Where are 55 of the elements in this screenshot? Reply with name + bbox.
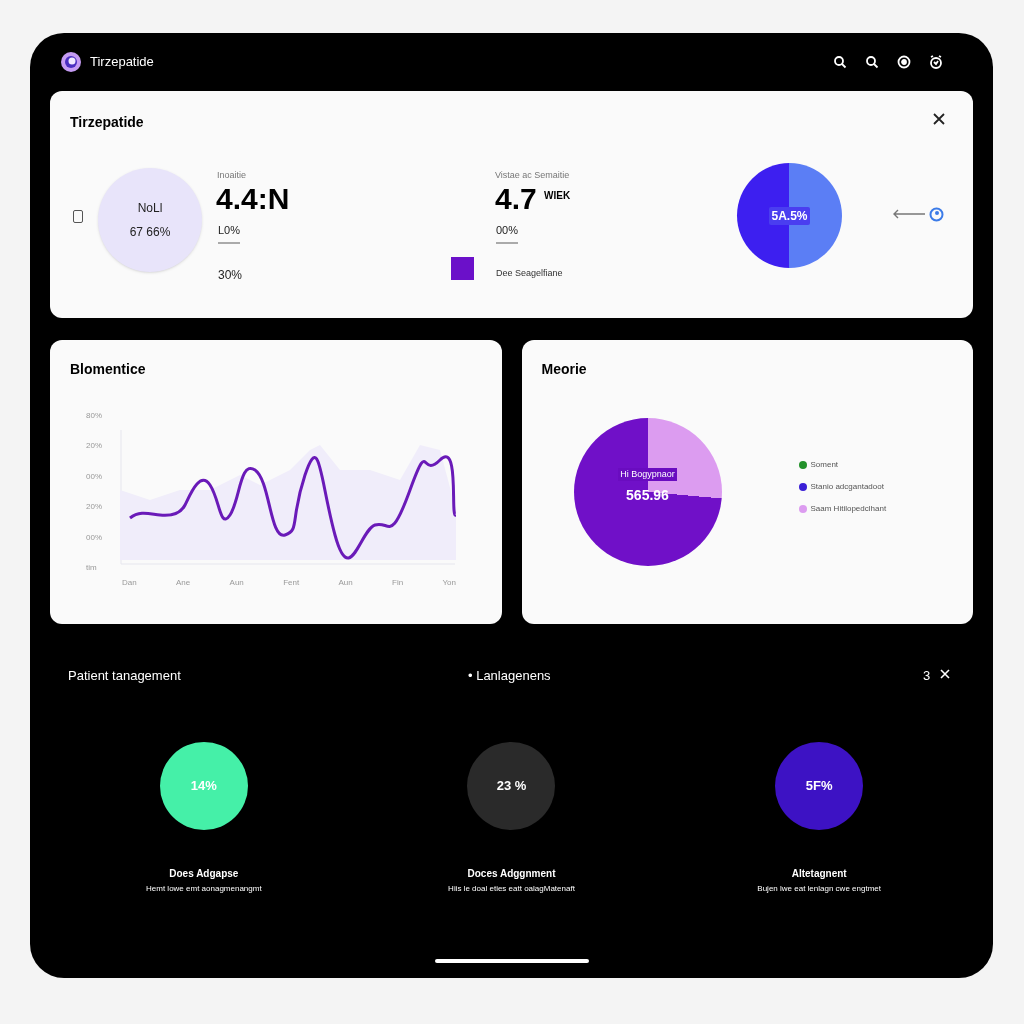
card-title: Blomentice xyxy=(70,360,146,379)
stat-label: Inoaitie xyxy=(217,169,247,182)
stat-note: 30% xyxy=(218,267,243,284)
legend-label: Stanio adcgantadoot xyxy=(810,481,884,493)
metric-description: Hiis le doal eties eatt oalagMatenaft xyxy=(448,883,575,895)
metric-value: 5F% xyxy=(805,777,833,796)
metric-description: Hemt lowe emt aonagmenangmt xyxy=(146,883,262,895)
metric-title: Does Adgapse xyxy=(169,867,239,881)
pie-label: Hi Bogypnaor xyxy=(618,467,677,482)
axis-label: 20% xyxy=(86,503,102,512)
stat-unit: WIEK xyxy=(544,189,571,203)
metric-title: Altetagnent xyxy=(791,867,847,881)
stat-change: L0% xyxy=(218,222,241,244)
app-title: Tirzepatide xyxy=(90,53,154,72)
axis-label: 00% xyxy=(86,472,102,481)
metric-description: Bujen lwe eat lenlagn cwe engtmet xyxy=(757,883,881,895)
axis-label: Fin xyxy=(392,577,404,589)
stat-value: 4.4:N xyxy=(216,184,290,214)
close-icon[interactable] xyxy=(933,113,945,125)
axis-label: Aun xyxy=(229,577,244,589)
axis-label: Dan xyxy=(122,577,137,589)
alarm-clock-icon[interactable] xyxy=(929,55,943,69)
metric-value: 23 % xyxy=(496,777,527,796)
metric-title: Doces Adggnment xyxy=(467,867,556,881)
app-logo-icon xyxy=(60,51,82,73)
search-icon[interactable] xyxy=(865,55,879,69)
ring-value: 67 66% xyxy=(129,224,171,241)
search-icon[interactable] xyxy=(833,55,847,69)
axis-label: Yon xyxy=(442,577,456,589)
axis-label: tim xyxy=(86,563,98,572)
checkbox[interactable] xyxy=(73,210,83,223)
record-icon[interactable] xyxy=(897,55,911,69)
legend-label: Dee Seagelfiane xyxy=(496,267,563,280)
axis-label: Fent xyxy=(283,577,300,589)
metric-value: 14% xyxy=(190,777,217,796)
stat-change: 00% xyxy=(496,222,519,244)
legend-label: Saam Hitilopedclhant xyxy=(810,503,887,515)
section-subtitle: • Lanlagenens xyxy=(468,667,551,685)
axis-label: 00% xyxy=(86,533,102,542)
back-arrow-icon[interactable] xyxy=(892,209,926,219)
card-title: Tirzepatide xyxy=(70,113,144,132)
axis-label: 20% xyxy=(86,442,102,451)
legend-label: Soment xyxy=(810,459,839,471)
stat-label: Vistae ac Semaitie xyxy=(495,169,570,182)
info-circle-icon[interactable] xyxy=(929,207,944,222)
section-title: Patient tanagement xyxy=(68,667,181,685)
pie-label: 5A.5% xyxy=(769,206,810,225)
axis-label: 80% xyxy=(86,412,102,420)
axis-label: Ane xyxy=(176,577,191,589)
card-title: Meorie xyxy=(541,360,587,379)
count-label: 3 xyxy=(923,667,931,685)
ring-label: NoLl xyxy=(137,200,163,217)
pie-value: 565.96 xyxy=(626,486,669,506)
stat-value: 4.7 xyxy=(495,184,537,214)
axis-label: Aun xyxy=(338,577,353,589)
